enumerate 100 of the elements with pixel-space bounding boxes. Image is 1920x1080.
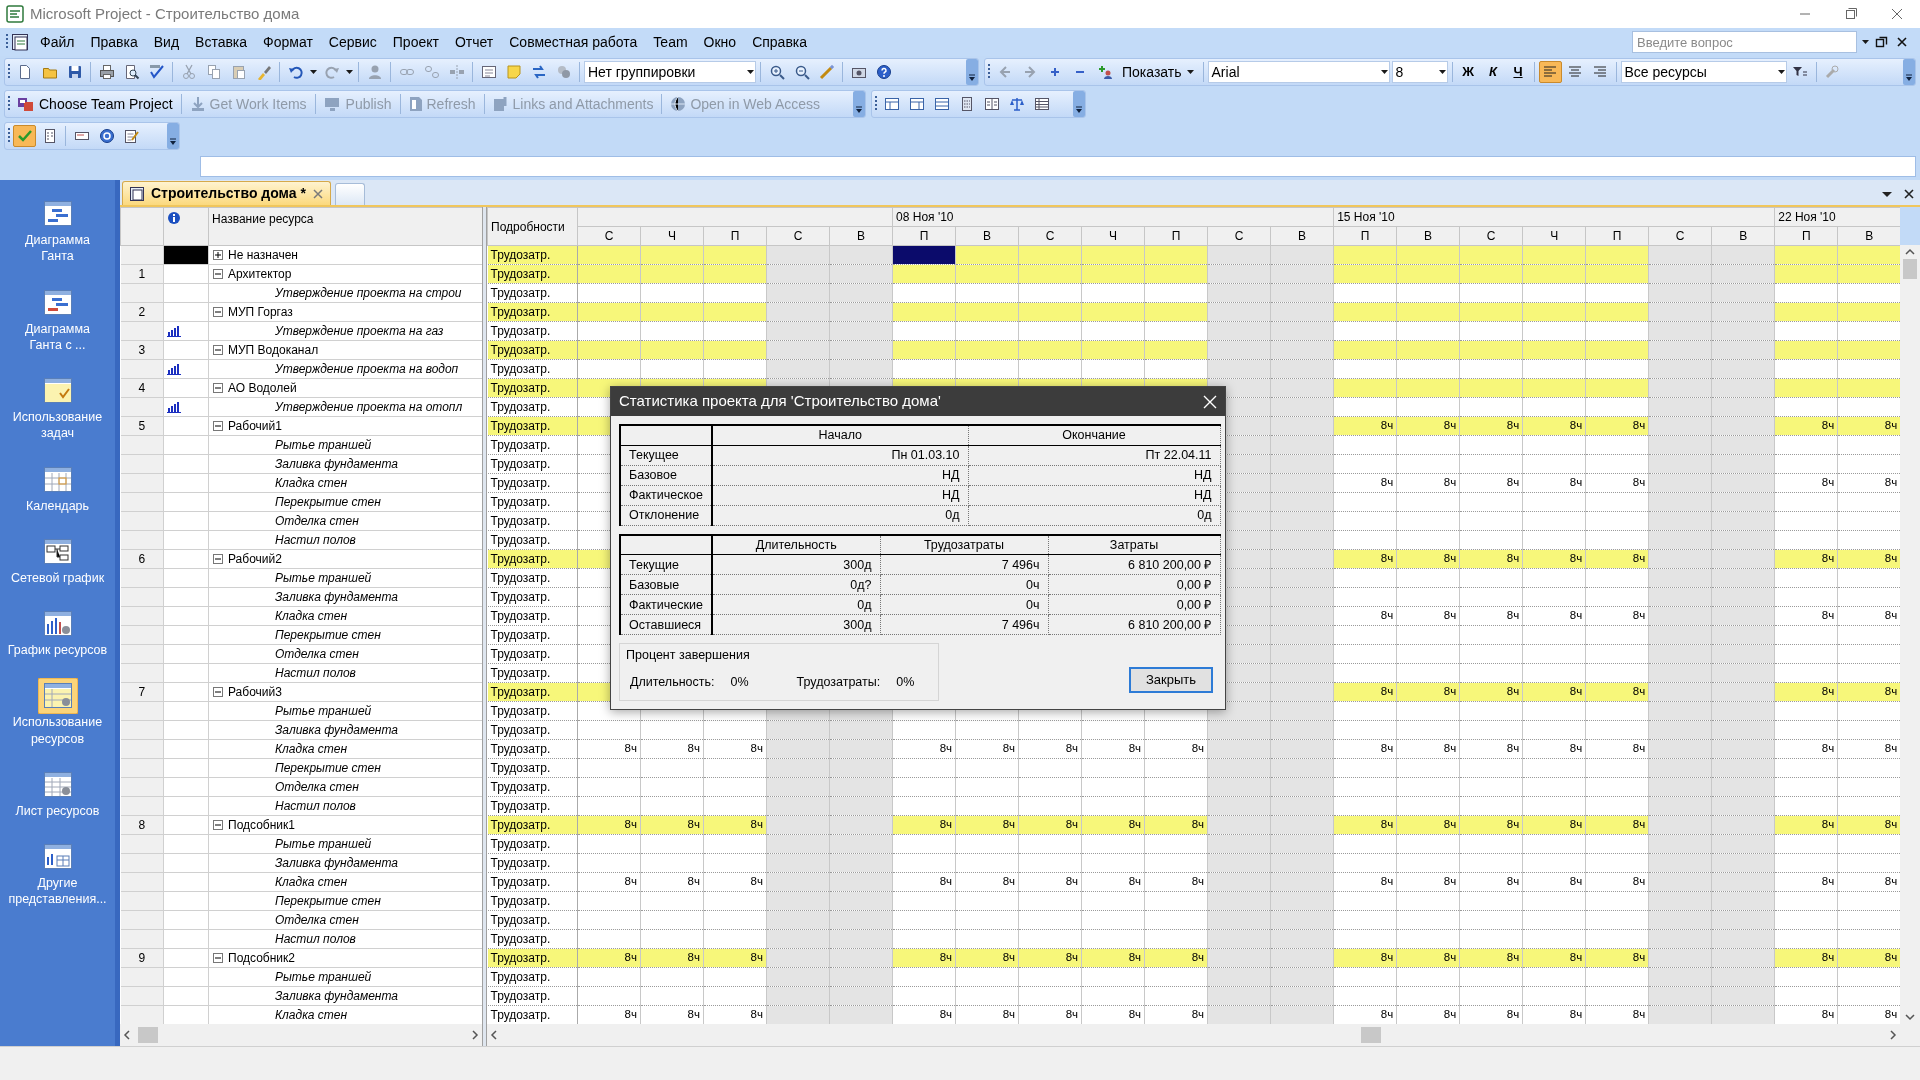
timeline-cell[interactable]: 8ч [1459, 739, 1523, 759]
menu-item[interactable]: Вид [146, 29, 187, 55]
details-cell: Трудозатр. [487, 511, 578, 531]
timeline-cell[interactable]: 8ч [1774, 606, 1838, 626]
timeline-cell[interactable]: 8ч [640, 739, 704, 759]
bold-button[interactable]: Ж [1456, 61, 1480, 83]
row-number: 6 [120, 549, 164, 569]
timeline-cell[interactable]: 8ч [1522, 739, 1586, 759]
row-number: 2 [120, 302, 164, 322]
view-bar-item[interactable]: График ресурсов [5, 604, 110, 665]
timeline-cell[interactable]: 8ч [1018, 739, 1082, 759]
menu-item[interactable]: Вставка [188, 29, 255, 55]
timeline-cell[interactable]: 8ч [1774, 739, 1838, 759]
timeline-cell[interactable]: 8ч [1774, 872, 1838, 892]
value-cell: 0д [712, 594, 880, 615]
timeline-cell[interactable]: 8ч [1333, 739, 1397, 759]
view-bar-item[interactable]: Диаграмма Ганта с ... [5, 282, 110, 359]
value-cell: НД [712, 485, 968, 505]
timeline-cell[interactable]: 8ч [1333, 473, 1397, 493]
row-number: 4 [120, 378, 164, 398]
timeline-cell[interactable]: 8ч [1522, 606, 1586, 626]
menu-item[interactable]: Сервис [321, 29, 384, 55]
timeline-cell[interactable]: 8ч [640, 872, 704, 892]
timeline-cell[interactable]: 8ч [1459, 872, 1523, 892]
close-button[interactable]: Закрыть [1129, 666, 1213, 693]
view-bar-item[interactable]: Использование ресурсов [5, 676, 110, 753]
timeline-cell[interactable]: 8ч [1459, 606, 1523, 626]
font-size-dropdown[interactable]: 8 [1391, 61, 1448, 83]
menu-item[interactable]: Team [646, 29, 695, 55]
view-bar-item[interactable]: Использование задач [5, 371, 110, 448]
menu-item[interactable]: Справка [745, 29, 815, 55]
resource-name: Рабочий1 [228, 419, 282, 433]
timeline-cell[interactable]: 8ч [703, 739, 767, 759]
timeline-cell[interactable]: 8ч [1585, 473, 1649, 493]
timeline-cell[interactable]: 8ч [1333, 872, 1397, 892]
timeline-cell[interactable]: 8ч [703, 872, 767, 892]
timeline-cell[interactable]: 8ч [1081, 739, 1145, 759]
timeline-cell[interactable]: 8ч [1081, 872, 1145, 892]
view-bar-item[interactable]: Сетевой график [5, 531, 110, 592]
timeline-cell[interactable]: 8ч [1522, 473, 1586, 493]
task-name: Отделка стен [275, 780, 359, 794]
details-cell: Трудозатр. [487, 302, 578, 322]
menu-item[interactable]: Отчет [447, 29, 501, 55]
timeline-cell[interactable]: 8ч [892, 739, 956, 759]
timeline-cell[interactable]: 8ч [1333, 606, 1397, 626]
timeline-cell[interactable]: 8ч [955, 872, 1019, 892]
task-name: Утверждение проекта на отопл [275, 400, 463, 414]
underline-button[interactable]: Ч [1506, 61, 1530, 83]
timeline-cell[interactable]: 8ч [1774, 473, 1838, 493]
menu-item[interactable]: Окно [696, 29, 744, 55]
task-name: Утверждение проекта на водоп [275, 362, 459, 376]
font-dropdown[interactable]: Arial [1207, 61, 1390, 83]
row-number: 9 [120, 948, 164, 968]
timeline-cell[interactable]: 8ч [1585, 872, 1649, 892]
grouping-dropdown[interactable]: Нет группировки [584, 61, 756, 83]
view-bar-item[interactable]: Лист ресурсов [5, 764, 110, 825]
details-cell: Трудозатр. [487, 454, 578, 474]
timeline-cell[interactable]: 8ч [1585, 606, 1649, 626]
view-bar-item[interactable]: Календарь [5, 459, 110, 520]
timeline-cell[interactable]: 8ч [577, 872, 641, 892]
show-menu-button[interactable]: Показать [1118, 60, 1199, 84]
week-header: 15 Ноя '10 [1333, 207, 1775, 227]
menu-item[interactable]: Правка [83, 29, 145, 55]
timeline-cell[interactable]: 8ч [1585, 739, 1649, 759]
timeline-cell[interactable]: 8ч [1018, 872, 1082, 892]
view-bar-item[interactable]: Диаграмма Ганта [5, 194, 110, 271]
filter-dropdown[interactable]: Все ресурсы [1620, 61, 1787, 83]
timeline-cell[interactable]: 8ч [955, 739, 1019, 759]
timeline-cell[interactable]: 8ч [1396, 739, 1460, 759]
timeline-cell[interactable]: 8ч [1396, 872, 1460, 892]
week-header: 22 Ноя '10 [1774, 207, 1900, 227]
row-label: Фактическое [620, 485, 712, 505]
team-toolbar-button[interactable]: Choose Team Project [13, 92, 177, 116]
menu-item[interactable]: Формат [256, 29, 320, 55]
timeline-cell[interactable]: 8ч [1144, 739, 1208, 759]
document-tab[interactable]: Строительство дома * [122, 181, 331, 205]
resource-name: Архитектор [228, 267, 292, 281]
row-label: Текущие [620, 554, 712, 575]
column-header: Длительность [712, 534, 880, 555]
timeline-cell[interactable]: 8ч [577, 739, 641, 759]
resource-name: МУП Горгаз [228, 305, 293, 319]
task-name: Кладка стен [275, 609, 348, 623]
menu-item[interactable]: Файл [33, 29, 82, 55]
details-cell: Трудозатр. [487, 606, 578, 626]
details-cell: Трудозатр. [487, 530, 578, 550]
details-cell: Трудозатр. [487, 682, 578, 702]
italic-button[interactable]: К [1481, 61, 1505, 83]
timeline-cell[interactable]: 8ч [1144, 872, 1208, 892]
timeline-cell[interactable]: 8ч [1396, 473, 1460, 493]
menu-item[interactable]: Совместная работа [502, 29, 645, 55]
help-search-field[interactable]: Введите вопрос [1632, 31, 1857, 53]
details-cell: Трудозатр. [487, 416, 578, 436]
menu-item[interactable]: Проект [385, 29, 446, 55]
timeline-cell[interactable]: 8ч [1396, 606, 1460, 626]
view-bar-item[interactable]: Другие представления... [5, 837, 110, 914]
column-header: Затраты [1048, 534, 1220, 555]
timeline-cell[interactable]: 8ч [1522, 872, 1586, 892]
timeline-cell[interactable]: 8ч [892, 872, 956, 892]
details-cell: Трудозатр. [487, 948, 578, 968]
timeline-cell[interactable]: 8ч [1459, 473, 1523, 493]
